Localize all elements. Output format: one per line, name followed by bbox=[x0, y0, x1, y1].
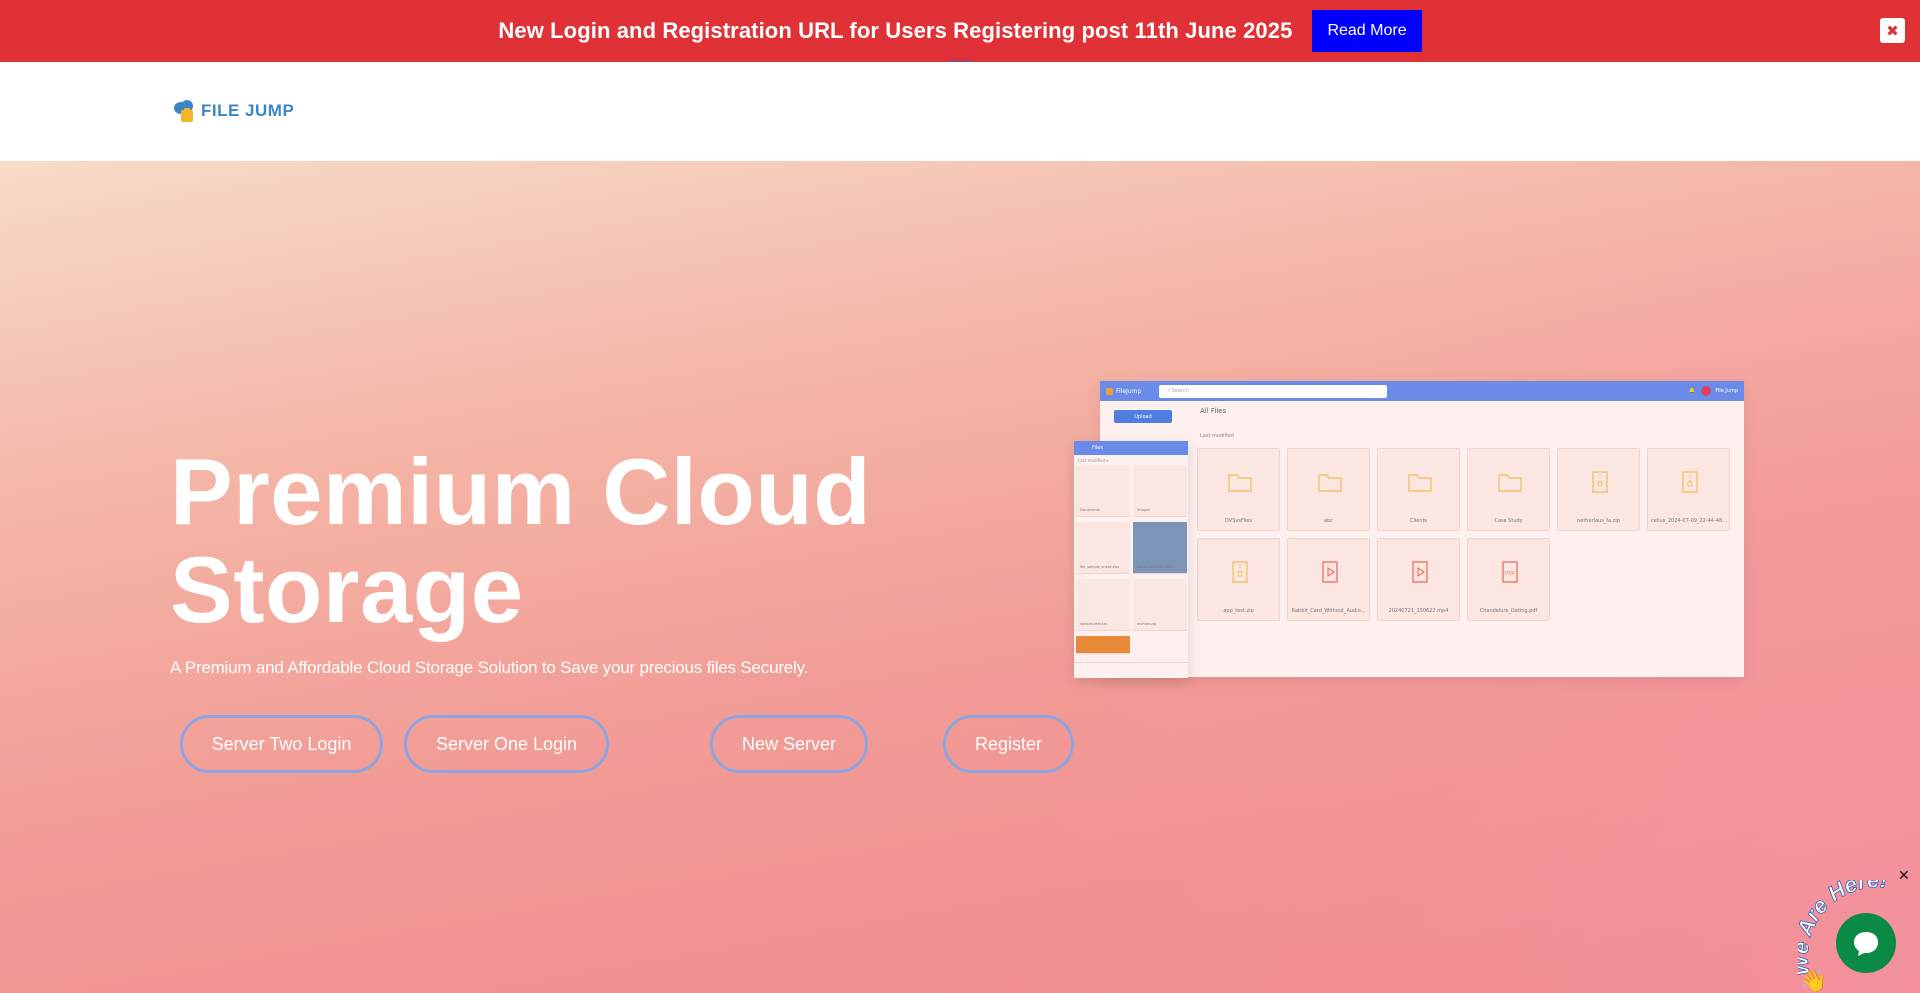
new-server-button[interactable]: New Server bbox=[710, 715, 868, 773]
mock-search-placeholder: Search bbox=[1171, 388, 1189, 394]
folder-icon bbox=[1228, 474, 1252, 492]
phone-file-tile: sample-text.txt bbox=[1076, 579, 1130, 631]
mock-search: ⌕ Search bbox=[1159, 384, 1388, 398]
mock-brand: FileJump bbox=[1106, 387, 1142, 395]
logo[interactable]: FILE JUMP bbox=[172, 98, 294, 124]
chat-bubble-icon bbox=[1854, 932, 1878, 956]
phone-file-name: archive.zip bbox=[1137, 622, 1156, 626]
hero-subtitle: A Premium and Affordable Cloud Storage S… bbox=[170, 658, 809, 677]
mock-sort-label: Last modified bbox=[1200, 433, 1234, 439]
phone-file-tile: archive.zip bbox=[1133, 579, 1187, 631]
phone-file-name: Documents bbox=[1080, 508, 1100, 512]
announcement-text: New Login and Registration URL for Users… bbox=[498, 18, 1293, 43]
waving-hand-icon: 👋 bbox=[1800, 968, 1827, 993]
server-one-login-button[interactable]: Server One Login bbox=[404, 715, 609, 773]
mock-file-name: DVSvsFiles bbox=[1225, 518, 1252, 524]
folder-icon bbox=[1498, 474, 1522, 492]
folder-icon bbox=[1318, 474, 1342, 492]
folder-icon bbox=[1408, 474, 1432, 492]
mock-file-tile: PDF Chandelure_Dating.pdf bbox=[1467, 538, 1550, 621]
app-screenshot-mobile: Files Last modified ▾ Documents Images fil… bbox=[1074, 441, 1188, 678]
logo-text: FILE JUMP bbox=[201, 101, 295, 120]
mock-file-tile: Rabbit_Card_Without_Audio... bbox=[1287, 538, 1370, 621]
hero-title: Premium Cloud Storage bbox=[170, 439, 872, 642]
mock-logo-icon bbox=[1106, 387, 1113, 395]
mock-user: 🔔 File Jump bbox=[1689, 386, 1738, 396]
phone-file-tile: plane-3486065_640.j... bbox=[1133, 522, 1187, 574]
server-two-login-button[interactable]: Server Two Login bbox=[180, 715, 383, 773]
phone-file-name: Images bbox=[1137, 508, 1150, 512]
phone-file-tile: Images bbox=[1133, 465, 1187, 517]
mock-file-name: abc bbox=[1324, 518, 1333, 524]
mock-file-tile: Case Study bbox=[1467, 448, 1550, 531]
read-more-button[interactable]: Read More bbox=[1312, 10, 1422, 52]
zip-file-icon bbox=[1232, 561, 1248, 583]
phone-file-name: sample-text.txt bbox=[1080, 622, 1107, 626]
mock-file-name: Case Study bbox=[1494, 518, 1523, 524]
pdf-file-icon: PDF bbox=[1502, 561, 1518, 583]
mock-file-tile: 20240721_150622.mp4 bbox=[1377, 538, 1460, 621]
mock-avatar bbox=[1701, 386, 1712, 396]
close-announcement-button[interactable]: ✖ bbox=[1880, 18, 1905, 43]
mock-file-tile: DVSvsFiles bbox=[1197, 448, 1280, 531]
mock-upload-button: Upload bbox=[1114, 410, 1172, 423]
mock-file-tile: app_test.zip bbox=[1197, 538, 1280, 621]
phone-topbar: Files bbox=[1074, 441, 1188, 455]
site-header: FILE JUMP bbox=[0, 62, 1920, 161]
zip-file-icon bbox=[1592, 471, 1608, 493]
announcement-bar: New Login and Registration URL for Users… bbox=[0, 0, 1920, 62]
cloud-logo-icon bbox=[174, 100, 193, 122]
zip-file-icon bbox=[1682, 471, 1698, 493]
mock-file-name: netherlaus_fa.zip bbox=[1577, 518, 1620, 524]
phone-file-tile: Documents bbox=[1076, 465, 1130, 517]
mock-file-name: cellus_2024-07-09_22-44-48... bbox=[1651, 518, 1727, 524]
chat-open-button[interactable] bbox=[1836, 913, 1896, 973]
mock-file-tile: Clients bbox=[1377, 448, 1460, 531]
mock-brand-label: FileJump bbox=[1116, 387, 1142, 395]
register-button[interactable]: Register bbox=[943, 715, 1074, 773]
mock-file-tile: cellus_2024-07-09_22-44-48... bbox=[1647, 448, 1730, 531]
phone-file-tile: file_sample_sheet.xlsx bbox=[1076, 522, 1130, 574]
mock-topbar: FileJump ⌕ Search 🔔 File Jump bbox=[1100, 381, 1744, 401]
phone-photo-tile bbox=[1076, 636, 1130, 654]
phone-bottom-nav bbox=[1074, 662, 1188, 678]
hero-section: Premium Cloud Storage A Premium and Affo… bbox=[0, 161, 1920, 993]
mock-user-name: File Jump bbox=[1715, 388, 1738, 394]
mock-file-name: 20240721_150622.mp4 bbox=[1388, 608, 1449, 614]
video-file-icon bbox=[1412, 561, 1428, 583]
mock-file-name: Rabbit_Card_Without_Audio... bbox=[1291, 608, 1366, 614]
mock-breadcrumb: All Files bbox=[1200, 407, 1227, 415]
phone-file-name: plane-3486065_640.j... bbox=[1137, 565, 1178, 569]
close-icon: ✖ bbox=[1886, 21, 1899, 40]
video-file-icon bbox=[1322, 561, 1338, 583]
mock-file-tile: netherlaus_fa.zip bbox=[1557, 448, 1640, 531]
mock-file-name: app_test.zip bbox=[1223, 608, 1254, 614]
svg-text:PDF: PDF bbox=[1505, 571, 1515, 577]
app-screenshot-desktop: FileJump ⌕ Search 🔔 File Jump Upload All … bbox=[1100, 381, 1744, 677]
mock-file-tile: abc bbox=[1287, 448, 1370, 531]
mock-file-name: Clients bbox=[1409, 518, 1428, 524]
mock-file-name: Chandelure_Dating.pdf bbox=[1479, 608, 1538, 614]
phone-file-name: file_sample_sheet.xlsx bbox=[1080, 565, 1120, 569]
